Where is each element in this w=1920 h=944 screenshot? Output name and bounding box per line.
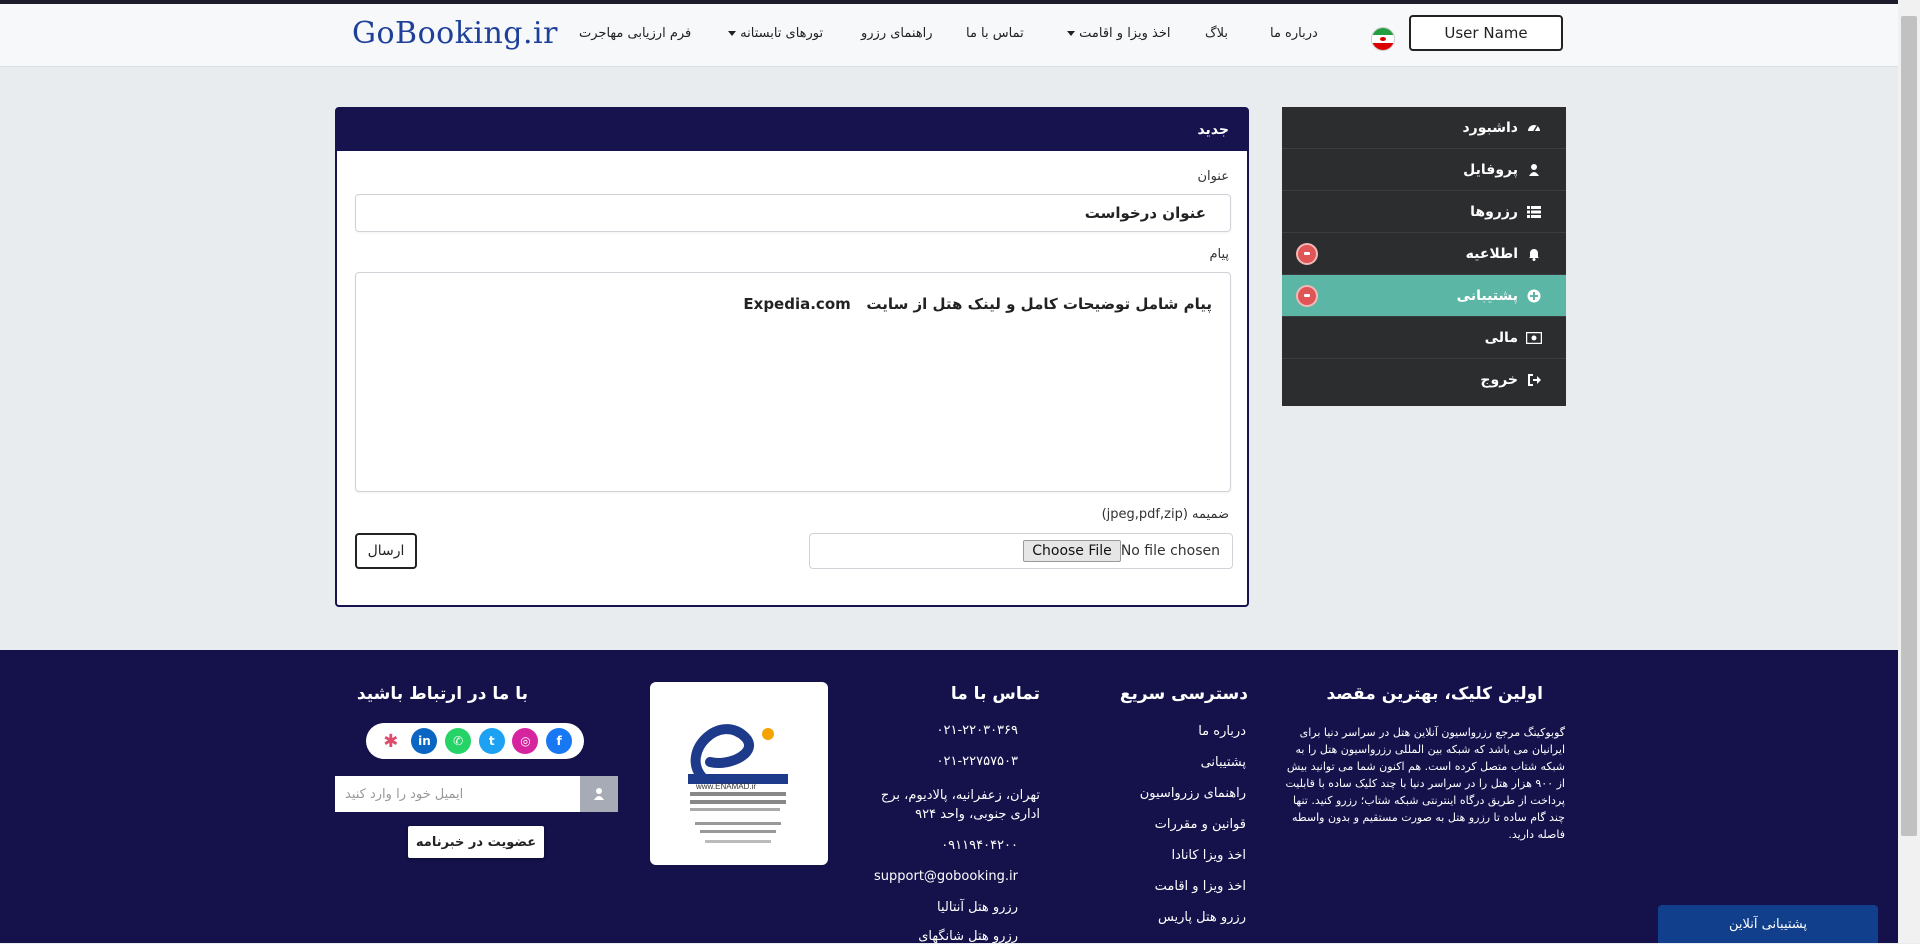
twitter-icon[interactable]: t [478, 728, 505, 754]
footer-contact-title: تماس با ما [950, 684, 1040, 704]
social-links: ✱ in ✆ t ◎ f [366, 723, 584, 759]
support-badge [1298, 287, 1316, 305]
online-support-button[interactable]: پشتیبانی آنلاین [1658, 905, 1878, 943]
footer-social-title: با ما در ارتباط باشید [356, 684, 528, 704]
file-input[interactable]: No file chosen Choose File [809, 533, 1233, 569]
plus-circle-icon [1526, 288, 1542, 304]
page-scrollbar-thumb[interactable] [1901, 16, 1917, 836]
attachment-label: ضمیمه (jpeg,pdf,zip) [1101, 507, 1229, 522]
footer-link-booking-guide[interactable]: راهنمای رزرواسیون [1140, 786, 1246, 801]
panel-header: جدید [337, 109, 1247, 151]
submit-button[interactable]: ارسال [355, 533, 417, 569]
top-navbar: GoBooking.ir فرم ارزیابی مهاجرت تورهای ت… [0, 4, 1898, 67]
nav-immigration-form[interactable]: فرم ارزیابی مهاجرت [579, 26, 691, 41]
user-icon [580, 776, 618, 812]
message-label: پیام [1209, 247, 1229, 262]
bell-icon [1526, 246, 1542, 262]
title-label: عنوان [1197, 169, 1229, 184]
nav-blog[interactable]: بلاگ [1205, 26, 1228, 41]
whatsapp-icon[interactable]: ✆ [445, 728, 472, 754]
message-textarea[interactable]: پیام شامل توضیحات کامل و لینک هتل از سای… [355, 272, 1231, 492]
newsletter-email-input[interactable]: ایمیل خود را وارد کنید [335, 776, 580, 812]
footer-quick-title: دسترسی سریع [1119, 684, 1248, 704]
file-status: No file chosen [1120, 543, 1220, 559]
footer-phone-1[interactable]: ۰۲۱-۲۲۰۳۰۳۶۹ [937, 723, 1019, 738]
sidebar-item-support[interactable]: پشتیبانی [1282, 275, 1566, 317]
footer-email-link[interactable]: support@gobooking.ir [874, 869, 1018, 884]
instagram-icon[interactable]: ◎ [512, 728, 539, 754]
iran-flag-icon[interactable] [1372, 28, 1394, 50]
chevron-down-icon [1067, 31, 1075, 36]
user-icon [1526, 162, 1542, 178]
user-menu-button[interactable]: User Name [1409, 15, 1563, 51]
footer-phone-2[interactable]: ۰۲۱-۲۲۷۵۷۵۰۳ [937, 754, 1019, 769]
sidebar-item-finance[interactable]: مالی [1282, 317, 1566, 359]
nav-about[interactable]: درباره ما [1270, 26, 1318, 41]
footer-link-canada-visa[interactable]: اخذ ویزا کانادا [1171, 848, 1246, 863]
list-icon [1526, 204, 1542, 220]
dashboard-icon [1526, 120, 1542, 136]
footer-link-paris-hotel[interactable]: رزرو هتل پاریس [1158, 910, 1246, 925]
title-input[interactable]: عنوان درخواست [355, 194, 1231, 232]
nav-booking-guide[interactable]: راهنمای رزرو [861, 26, 933, 41]
aparat-icon[interactable]: ✱ [377, 728, 404, 754]
choose-file-button[interactable]: Choose File [1023, 540, 1121, 562]
sidebar-item-dashboard[interactable]: داشبورد [1282, 107, 1566, 149]
nav-summer-tours[interactable]: تورهای تابستانه [724, 26, 823, 41]
site-footer: اولین کلیک، بهترین مقصد گوبوکینگ مرجع رز… [0, 650, 1898, 944]
subscribe-button[interactable]: عضویت در خبرنامه [408, 826, 544, 858]
sidebar-item-logout[interactable]: خروج [1282, 359, 1566, 401]
new-ticket-panel: جدید عنوان عنوان درخواست پیام پیام شامل … [335, 107, 1249, 607]
footer-address: تهران، زعفرانیه، پالادیوم، برج اداری جنو… [880, 788, 1040, 822]
linkedin-icon[interactable]: in [411, 728, 438, 754]
footer-link-visa[interactable]: اخذ ویزا و اقامت [1155, 879, 1246, 894]
nav-visa[interactable]: اخذ ویزا و اقامت [1063, 26, 1170, 41]
sidebar-item-profile[interactable]: پروفایل [1282, 149, 1566, 191]
logout-icon [1526, 372, 1542, 388]
enamad-url: www.ENAMAD.ir [696, 782, 757, 791]
footer-link-about[interactable]: درباره ما [1198, 724, 1246, 739]
money-icon [1526, 330, 1542, 346]
site-logo[interactable]: GoBooking.ir [352, 16, 558, 51]
footer-link-support[interactable]: پشتیبانی [1201, 755, 1246, 770]
newsletter-email: ایمیل خود را وارد کنید [335, 776, 618, 812]
footer-link-shanghai[interactable]: رزرو هتل شانگهای [918, 929, 1018, 944]
facebook-icon[interactable]: f [546, 728, 573, 754]
nav-contact[interactable]: تماس با ما [966, 26, 1024, 41]
chevron-down-icon [728, 31, 736, 36]
sidebar-item-bookings[interactable]: رزروها [1282, 191, 1566, 233]
footer-link-antalya[interactable]: رزرو هتل آنتالیا [937, 900, 1018, 915]
sidebar-item-notifications[interactable]: اطلاعیه [1282, 233, 1566, 275]
enamad-trust-badge[interactable]: www.ENAMAD.ir [650, 682, 828, 865]
footer-mobile[interactable]: ۰۹۱۱۹۴۰۴۲۰۰ [941, 838, 1018, 853]
dashboard-sidebar: داشبورد پروفایل رزروها اطلاعیه پشتیبانی … [1282, 107, 1566, 406]
footer-about-text: گوبوکینگ مرجع رزرواسیون آنلاین هتل در سر… [1285, 726, 1565, 841]
notification-badge [1298, 245, 1316, 263]
footer-link-terms[interactable]: قوانین و مقررات [1155, 817, 1246, 832]
footer-about-title: اولین کلیک، بهترین مقصد [1326, 684, 1543, 704]
